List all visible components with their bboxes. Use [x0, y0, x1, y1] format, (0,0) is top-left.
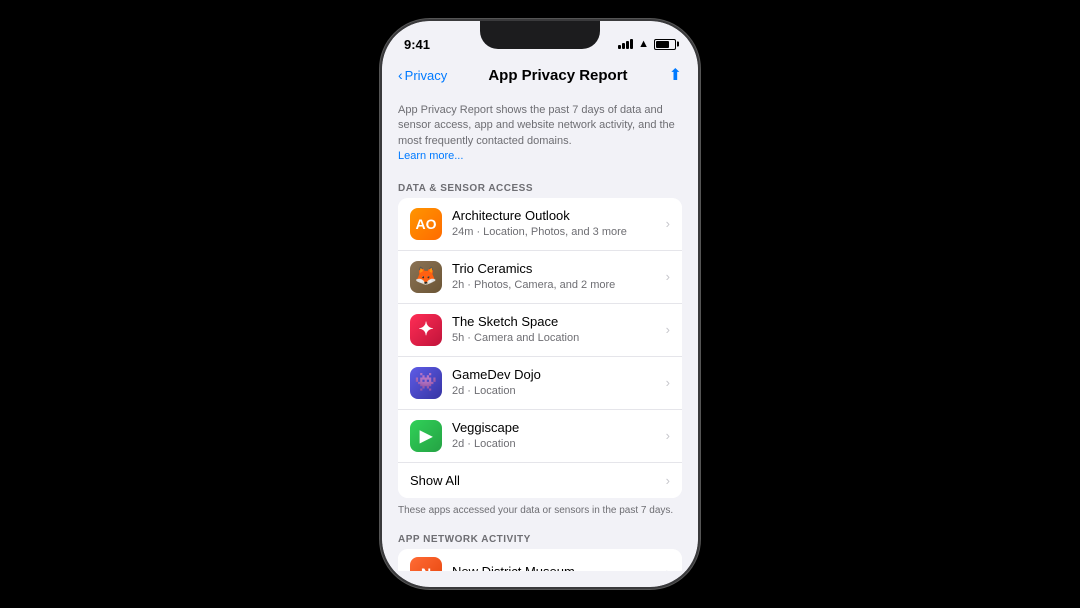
list-item[interactable]: ▶ Veggiscape 2d · Location › — [398, 410, 682, 463]
app-name: Architecture Outlook — [452, 208, 662, 225]
wifi-icon: ▲ — [638, 38, 649, 50]
list-item[interactable]: 👾 GameDev Dojo 2d · Location › — [398, 357, 682, 410]
list-item[interactable]: AO Architecture Outlook 24m · Location, … — [398, 198, 682, 251]
app-name: Trio Ceramics — [452, 261, 662, 278]
data-sensor-list: AO Architecture Outlook 24m · Location, … — [398, 198, 682, 498]
item-info-architecture-outlook: Architecture Outlook 24m · Location, Pho… — [452, 208, 662, 239]
page-title: App Privacy Report — [488, 67, 627, 84]
description-block: App Privacy Report shows the past 7 days… — [382, 93, 698, 177]
network-item-top: N New District Museum › — [410, 557, 670, 571]
back-label: Privacy — [405, 68, 448, 83]
status-icons: ▲ — [618, 38, 676, 50]
app-detail: 2d · Location — [452, 384, 662, 398]
notch — [480, 21, 600, 49]
chevron-right-icon: › — [666, 269, 670, 284]
description-text: App Privacy Report shows the past 7 days… — [398, 104, 675, 147]
item-info-trio-ceramics: Trio Ceramics 2h · Photos, Camera, and 2… — [452, 261, 662, 292]
learn-more-link[interactable]: Learn more... — [398, 150, 463, 162]
signal-icon — [618, 39, 633, 49]
network-activity-list: N New District Museum › 46 — [398, 549, 682, 571]
app-detail: 2h · Photos, Camera, and 2 more — [452, 278, 662, 292]
item-info-sketch-space: The Sketch Space 5h · Camera and Locatio… — [452, 314, 662, 345]
scroll-content[interactable]: App Privacy Report shows the past 7 days… — [382, 93, 698, 571]
app-icon-veggiscape: ▶ — [410, 420, 442, 452]
battery-icon — [654, 39, 676, 50]
app-name: The Sketch Space — [452, 314, 662, 331]
app-icon-gamedev-dojo: 👾 — [410, 367, 442, 399]
status-time: 9:41 — [404, 37, 430, 52]
app-icon-architecture-outlook: AO — [410, 208, 442, 240]
show-all-button[interactable]: Show All › — [398, 463, 682, 498]
item-info-new-district-museum: New District Museum — [452, 564, 662, 571]
share-button[interactable]: ⬆ — [669, 65, 682, 85]
chevron-right-icon: › — [666, 473, 670, 488]
list-item[interactable]: ✦ The Sketch Space 5h · Camera and Locat… — [398, 304, 682, 357]
network-list-item[interactable]: N New District Museum › 46 — [398, 549, 682, 571]
chevron-left-icon: ‹ — [398, 67, 403, 83]
chevron-right-icon: › — [666, 322, 670, 337]
item-info-gamedev-dojo: GameDev Dojo 2d · Location — [452, 367, 662, 398]
app-name: Veggiscape — [452, 420, 662, 437]
phone-screen: 9:41 ▲ ‹ Privacy App Privacy Report — [382, 21, 698, 587]
app-detail: 2d · Location — [452, 437, 662, 451]
chevron-right-icon: › — [666, 565, 670, 571]
item-info-veggiscape: Veggiscape 2d · Location — [452, 420, 662, 451]
nav-bar: ‹ Privacy App Privacy Report ⬆ — [382, 61, 698, 93]
app-detail: 24m · Location, Photos, and 3 more — [452, 225, 662, 239]
app-icon-new-district-museum: N — [410, 557, 442, 571]
app-detail: 5h · Camera and Location — [452, 331, 662, 345]
app-name: GameDev Dojo — [452, 367, 662, 384]
phone-frame: 9:41 ▲ ‹ Privacy App Privacy Report — [380, 19, 700, 589]
network-activity-header: APP NETWORK ACTIVITY — [382, 528, 698, 549]
app-icon-sketch-space: ✦ — [410, 314, 442, 346]
chevron-right-icon: › — [666, 375, 670, 390]
chevron-right-icon: › — [666, 428, 670, 443]
show-all-label: Show All — [410, 473, 460, 488]
list-item[interactable]: 🦊 Trio Ceramics 2h · Photos, Camera, and… — [398, 251, 682, 304]
app-icon-trio-ceramics: 🦊 — [410, 261, 442, 293]
chevron-right-icon: › — [666, 216, 670, 231]
data-sensor-footer: These apps accessed your data or sensors… — [382, 498, 698, 528]
back-button[interactable]: ‹ Privacy — [398, 67, 447, 83]
app-name: New District Museum — [452, 564, 662, 571]
data-sensor-header: DATA & SENSOR ACCESS — [382, 177, 698, 198]
